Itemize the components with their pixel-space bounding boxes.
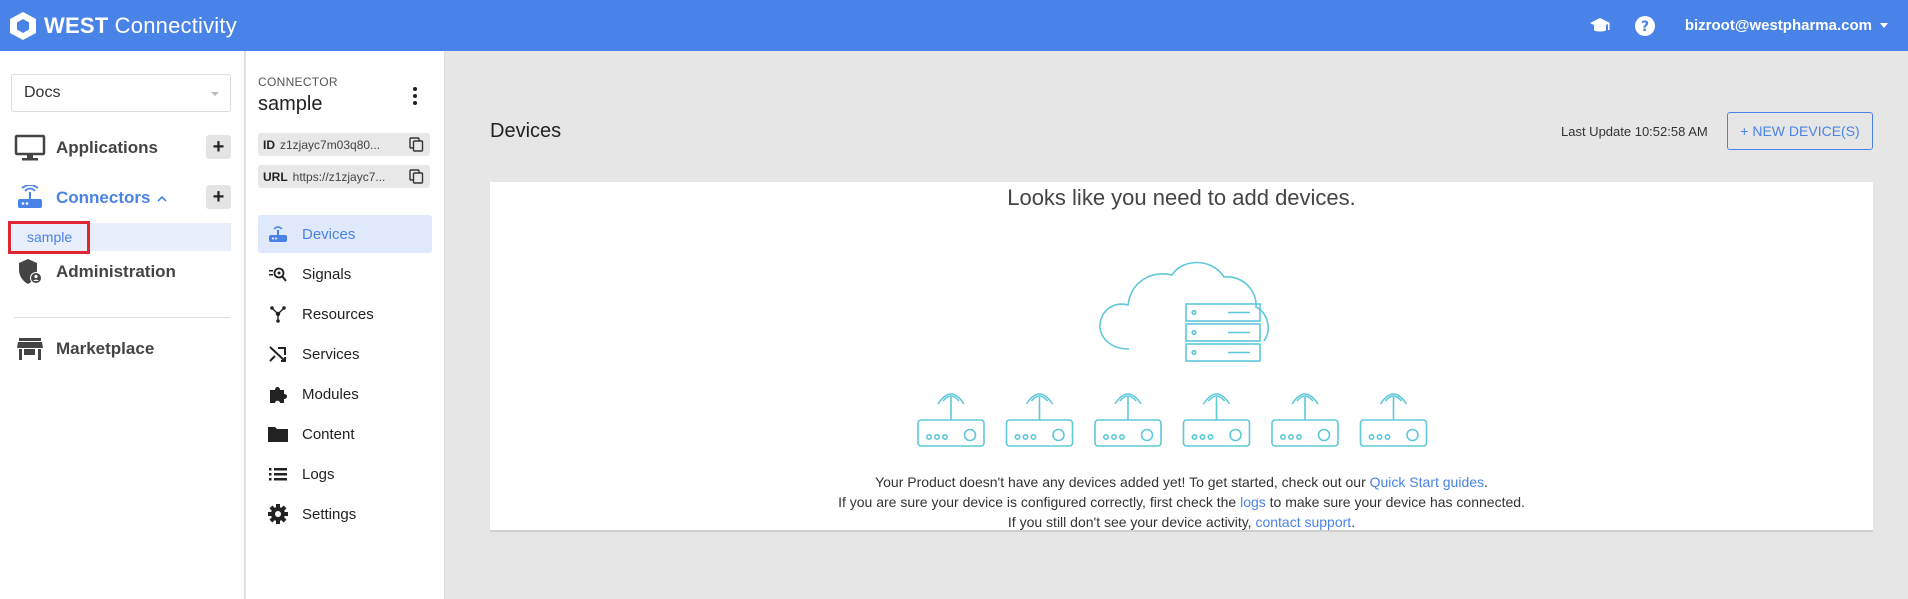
router-icon	[1359, 393, 1428, 447]
copy-icon[interactable]	[409, 169, 424, 184]
brand[interactable]: WEST Connectivity	[9, 11, 237, 41]
menu-item-label: Settings	[302, 505, 357, 523]
menu-item-label: Logs	[302, 465, 335, 483]
menu-item-label: Modules	[302, 385, 359, 403]
menu-item-label: Services	[302, 345, 360, 363]
id-value: z1zjayc7m03q80...	[280, 137, 381, 152]
sidebar-item-label: Marketplace	[56, 339, 155, 358]
copy-icon[interactable]	[409, 137, 424, 152]
menu-item-settings[interactable]: Settings	[258, 495, 432, 533]
svg-text:?: ?	[1641, 19, 1649, 35]
add-connector-button[interactable]: +	[206, 185, 231, 209]
chevron-down-icon	[211, 92, 219, 96]
docs-select[interactable]: Docs	[11, 74, 231, 112]
chevron-up-icon	[157, 195, 168, 202]
new-device-button[interactable]: + NEW DEVICE(S)	[1727, 112, 1873, 150]
logs-link[interactable]: logs	[1240, 494, 1266, 510]
cloud-devices-illustration	[917, 261, 1428, 447]
router-icon	[1094, 393, 1162, 447]
router-icon	[1271, 393, 1339, 447]
help-icon[interactable]: ?	[1632, 13, 1658, 39]
sidebar-item-applications[interactable]: Applications	[14, 133, 158, 163]
router-icon	[1182, 393, 1251, 447]
sidebar: Docs Applications + Connectors + sample …	[0, 51, 245, 599]
url-value: https://z1zjayc7...	[292, 169, 386, 184]
list-icon	[266, 462, 290, 486]
connector-url-field: URL https://z1zjayc7...	[258, 165, 430, 188]
brand-name: WEST Connectivity	[44, 12, 237, 38]
sidebar-item-marketplace[interactable]: Marketplace	[14, 334, 154, 364]
empty-state-line-1: Your Product doesn't have any devices ad…	[875, 474, 1488, 490]
shuffle-icon	[266, 342, 290, 366]
user-menu[interactable]: bizroot@westpharma.com	[1685, 17, 1888, 34]
store-icon	[14, 334, 46, 364]
menu-item-services[interactable]: Services	[258, 335, 432, 373]
more-options-icon[interactable]	[405, 84, 425, 108]
id-label: ID	[263, 137, 275, 152]
signals-icon	[266, 262, 290, 286]
quick-start-link[interactable]: Quick Start guides	[1370, 474, 1484, 490]
menu-item-signals[interactable]: Signals	[258, 255, 432, 293]
connector-name: sample	[258, 93, 323, 115]
menu-item-logs[interactable]: Logs	[258, 455, 432, 493]
resources-icon	[266, 302, 290, 326]
menu-item-label: Signals	[302, 265, 352, 283]
monitor-icon	[14, 133, 46, 163]
highlight-annotation	[8, 221, 90, 254]
add-application-button[interactable]: +	[206, 135, 231, 159]
graduation-cap-icon[interactable]	[1587, 13, 1613, 39]
empty-state-line-2: If you are sure your device is configure…	[838, 494, 1525, 510]
router-icon	[1005, 393, 1074, 447]
menu-item-modules[interactable]: Modules	[258, 375, 432, 413]
sidebar-item-label: Administration	[56, 262, 176, 281]
connector-id-field: ID z1zjayc7m03q80...	[258, 133, 430, 156]
last-update-text: Last Update 10:52:58 AM	[1561, 124, 1708, 139]
empty-state-card: Looks like you need to add devices. Your…	[490, 182, 1873, 532]
divider	[14, 317, 230, 318]
contact-support-link[interactable]: contact support	[1255, 514, 1351, 530]
top-right-actions: ? bizroot@westpharma.com	[1587, 0, 1908, 51]
folder-icon	[266, 422, 290, 446]
top-bar: WEST Connectivity ? bizroot@westpharma.c…	[0, 0, 1908, 51]
sidebar-item-administration[interactable]: Administration	[14, 257, 176, 287]
chevron-down-icon	[1880, 23, 1888, 28]
sidebar-item-label: Connectors	[56, 188, 151, 207]
connector-type-label: CONNECTOR	[258, 75, 338, 89]
menu-item-label: Devices	[302, 225, 356, 243]
router-icon	[14, 183, 46, 213]
menu-item-resources[interactable]: Resources	[258, 295, 432, 333]
menu-item-devices[interactable]: Devices	[258, 215, 432, 253]
router-icon	[917, 393, 985, 447]
router-icon	[266, 222, 290, 246]
docs-select-value: Docs	[24, 84, 61, 101]
connector-panel: CONNECTOR sample ID z1zjayc7m03q80... UR…	[246, 51, 445, 599]
logo-icon	[9, 11, 37, 41]
shield-user-icon	[14, 257, 46, 287]
menu-item-content[interactable]: Content	[258, 415, 432, 453]
gear-icon	[266, 502, 290, 526]
menu-item-label: Content	[302, 425, 355, 443]
empty-state-line-3: If you still don't see your device activ…	[1007, 514, 1356, 530]
sidebar-item-connectors[interactable]: Connectors	[14, 183, 168, 213]
url-label: URL	[263, 169, 288, 184]
menu-item-label: Resources	[302, 305, 374, 323]
user-email: bizroot@westpharma.com	[1684, 17, 1872, 34]
puzzle-icon	[266, 382, 290, 406]
page-title: Devices	[490, 120, 562, 142]
sidebar-item-label: Applications	[56, 138, 159, 157]
empty-state-heading: Looks like you need to add devices.	[1007, 185, 1356, 210]
